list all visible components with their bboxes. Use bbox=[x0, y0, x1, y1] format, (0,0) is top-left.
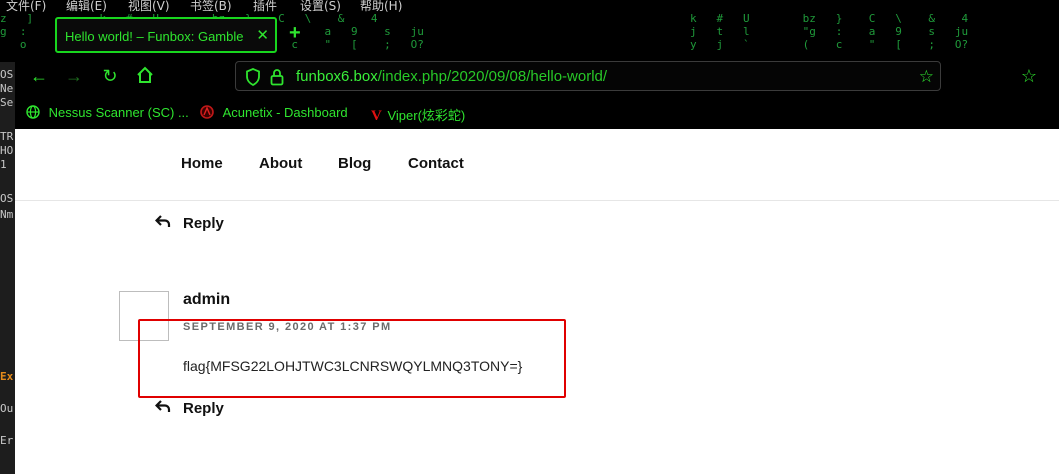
viper-icon: V bbox=[371, 108, 382, 124]
extension-icon[interactable]: ☆ bbox=[1019, 66, 1039, 86]
reply-link[interactable]: Reply bbox=[154, 214, 224, 232]
acunetix-icon bbox=[200, 105, 215, 122]
annotation-highlight-box bbox=[138, 319, 566, 398]
terminal-line: TR bbox=[0, 130, 14, 143]
terminal-line: OS bbox=[0, 68, 14, 81]
reply-arrow-icon bbox=[154, 399, 171, 417]
reply-link[interactable]: Reply bbox=[154, 399, 224, 417]
terminal-line: Ex bbox=[0, 370, 14, 383]
nav-contact-link[interactable]: Contact bbox=[408, 155, 464, 172]
header-divider bbox=[15, 200, 1059, 201]
bookmark-label: Nessus Scanner (SC) ... bbox=[48, 105, 189, 120]
terminal-line: OS bbox=[0, 192, 14, 205]
bookmark-acunetix[interactable]: Acunetix - Dashboard bbox=[200, 105, 348, 122]
comment-author[interactable]: admin bbox=[183, 291, 230, 309]
nav-blog-link[interactable]: Blog bbox=[338, 155, 371, 172]
terminal-line: Ou bbox=[0, 402, 14, 415]
shield-icon[interactable] bbox=[245, 68, 261, 91]
browser-tab[interactable]: Hello world! – Funbox: Gamble ✕ bbox=[55, 17, 277, 53]
new-tab-button[interactable]: + bbox=[289, 22, 301, 45]
bookmark-label: Viper(炫彩蛇) bbox=[387, 108, 466, 123]
bookmark-nessus[interactable]: Nessus Scanner (SC) ... bbox=[26, 105, 189, 122]
terminal-line: Er bbox=[0, 434, 14, 447]
reload-icon[interactable]: ↻ bbox=[100, 66, 120, 86]
nav-home-link[interactable]: Home bbox=[181, 155, 223, 172]
navigation-toolbar: ← → ↻ funbox6.box/index.php/2020/09/08/h… bbox=[15, 57, 1059, 97]
url-text[interactable]: funbox6.box/index.php/2020/09/08/hello-w… bbox=[296, 68, 607, 85]
terminal-line: Nm bbox=[0, 208, 14, 221]
back-arrow-icon[interactable]: ← bbox=[29, 66, 49, 86]
bookmarks-toolbar: Nessus Scanner (SC) ... Acunetix - Dashb… bbox=[15, 97, 1059, 129]
reply-label: Reply bbox=[183, 400, 224, 417]
bookmark-viper[interactable]: V Viper(炫彩蛇) bbox=[371, 105, 465, 125]
terminal-line: Se bbox=[0, 96, 14, 109]
web-page: Home About Blog Contact Reply admin SEPT… bbox=[15, 129, 1059, 474]
terminal-window: OS Ne Se TR HO 1 OS Nm Ex Ou Er bbox=[0, 62, 15, 474]
bookmark-star-icon[interactable]: ☆ bbox=[919, 67, 934, 87]
bookmark-label: Acunetix - Dashboard bbox=[222, 105, 348, 120]
terminal-line: 1 bbox=[0, 158, 7, 171]
globe-icon bbox=[26, 105, 41, 122]
app-menubar: 文件(F) 编辑(E) 视图(V) 书签(B) 插件 设置(S) 帮助(H) bbox=[0, 0, 420, 13]
home-icon[interactable] bbox=[135, 66, 155, 86]
address-bar[interactable]: funbox6.box/index.php/2020/09/08/hello-w… bbox=[235, 61, 941, 91]
nav-about-link[interactable]: About bbox=[259, 155, 302, 172]
matrix-rain: k # U bz } C \ & 4 j t l "g : a 9 s ju y… bbox=[690, 12, 969, 51]
terminal-line: Ne bbox=[0, 82, 14, 95]
forward-arrow-icon[interactable]: → bbox=[64, 66, 84, 86]
reply-label: Reply bbox=[183, 215, 224, 232]
reply-arrow-icon bbox=[154, 214, 171, 232]
close-tab-icon[interactable]: ✕ bbox=[256, 26, 269, 44]
terminal-line: HO bbox=[0, 144, 14, 157]
lock-icon[interactable] bbox=[270, 68, 284, 91]
tab-title: Hello world! – Funbox: Gamble bbox=[65, 29, 244, 44]
